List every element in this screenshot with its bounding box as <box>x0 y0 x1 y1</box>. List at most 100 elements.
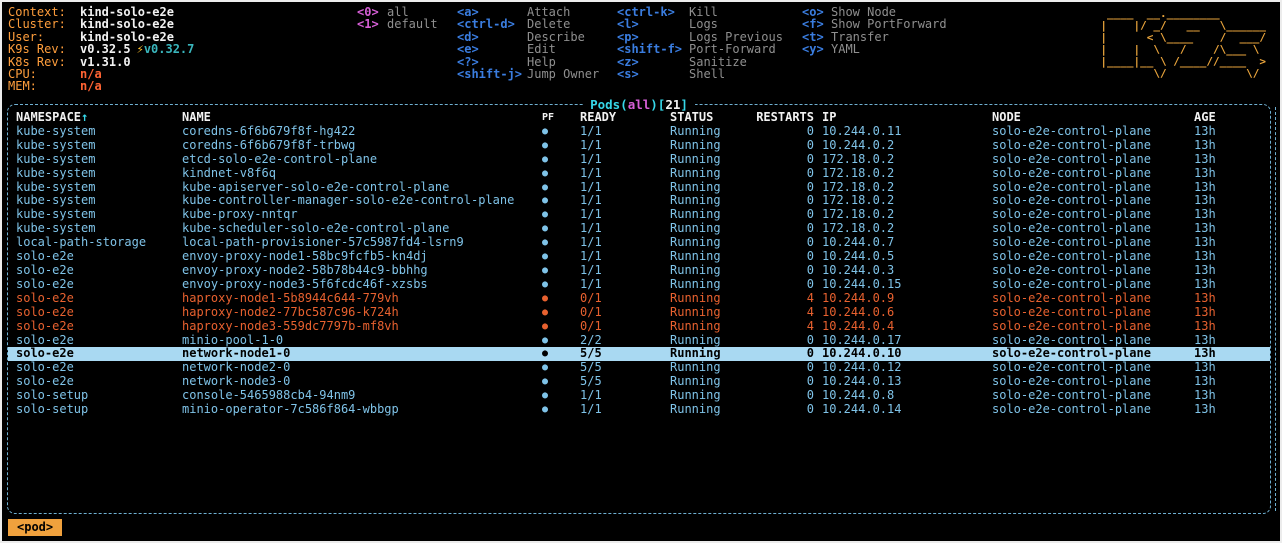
cell-status: Running <box>670 361 756 375</box>
cell-name: haproxy-node1-5b8944c644-779vh <box>182 292 542 306</box>
cell-ready: 1/1 <box>580 403 670 417</box>
table-row[interactable]: solo-e2eminio-pool-1-0●2/2Running010.244… <box>8 334 1270 348</box>
cell-name: envoy-proxy-node1-58bc9fcfb5-kn4dj <box>182 250 542 264</box>
cell-age: 13h <box>1194 181 1270 195</box>
shortcut-label: Edit <box>527 43 556 55</box>
info-label: K9s Rev: <box>8 43 80 55</box>
cell-ready: 0/1 <box>580 306 670 320</box>
cell-node: solo-e2e-control-plane <box>992 125 1194 139</box>
pf-dot-icon: ● <box>542 139 580 153</box>
cell-namespace: kube-system <box>16 139 182 153</box>
cell-ready: 5/5 <box>580 347 670 361</box>
cell-name: minio-pool-1-0 <box>182 334 542 348</box>
cell-age: 13h <box>1194 375 1270 389</box>
shortcut-key: <s> <box>617 68 689 80</box>
info-row: MEM:n/a <box>8 80 194 92</box>
table-row[interactable]: kube-systemcoredns-6f6b679f8f-trbwg●1/1R… <box>8 139 1270 153</box>
shortcut: <y>YAML <box>802 43 947 55</box>
table-row[interactable]: solo-e2eenvoy-proxy-node3-5f6fcdc46f-xzs… <box>8 278 1270 292</box>
table-row[interactable]: solo-e2ehaproxy-node1-5b8944c644-779vh●0… <box>8 292 1270 306</box>
cell-namespace: solo-e2e <box>16 320 182 334</box>
shortcuts-column-a: <a>Attach<ctrl-d>Delete<d>Describe<e>Edi… <box>457 6 599 80</box>
cell-name: coredns-6f6b679f8f-hg422 <box>182 125 542 139</box>
table-row[interactable]: kube-systemcoredns-6f6b679f8f-hg422●1/1R… <box>8 125 1270 139</box>
cell-ready: 1/1 <box>580 167 670 181</box>
pf-dot-icon: ● <box>542 194 580 208</box>
shortcut-label: Logs <box>689 18 718 30</box>
cell-name: kube-scheduler-solo-e2e-control-plane <box>182 222 542 236</box>
pf-dot-icon: ● <box>542 403 580 417</box>
cell-age: 13h <box>1194 208 1270 222</box>
pf-dot-icon: ● <box>542 334 580 348</box>
cell-name: network-node1-0 <box>182 347 542 361</box>
column-header-node: NODE <box>992 111 1194 125</box>
cell-ip: 172.18.0.2 <box>814 222 992 236</box>
cell-node: solo-e2e-control-plane <box>992 250 1194 264</box>
info-value: n/a <box>80 80 102 92</box>
shortcut: <shift-f>Port-Forward <box>617 43 783 55</box>
cell-age: 13h <box>1194 264 1270 278</box>
cell-namespace: solo-setup <box>16 389 182 403</box>
cell-ready: 0/1 <box>580 320 670 334</box>
cell-node: solo-e2e-control-plane <box>992 208 1194 222</box>
table-row[interactable]: solo-setupconsole-5465988cb4-94nm9●1/1Ru… <box>8 389 1270 403</box>
breadcrumb-pod[interactable]: <pod> <box>8 519 62 536</box>
table-row[interactable]: solo-e2enetwork-node3-0●5/5Running010.24… <box>8 375 1270 389</box>
cell-node: solo-e2e-control-plane <box>992 389 1194 403</box>
table-title-scope: all <box>628 97 651 112</box>
table-row[interactable]: local-path-storagelocal-path-provisioner… <box>8 236 1270 250</box>
cell-node: solo-e2e-control-plane <box>992 222 1194 236</box>
shortcut-key: <ctrl-d> <box>457 18 527 30</box>
cell-restarts: 0 <box>756 278 814 292</box>
cell-name: network-node2-0 <box>182 361 542 375</box>
table-row[interactable]: kube-systemkindnet-v8f6q●1/1Running0172.… <box>8 167 1270 181</box>
cell-name: kube-controller-manager-solo-e2e-control… <box>182 194 542 208</box>
cell-status: Running <box>670 292 756 306</box>
cell-restarts: 0 <box>756 208 814 222</box>
table-row[interactable]: solo-setupminio-operator-7c586f864-wbbgp… <box>8 403 1270 417</box>
table-row[interactable]: kube-systemkube-controller-manager-solo-… <box>8 194 1270 208</box>
cell-ip: 10.244.0.10 <box>814 347 992 361</box>
cell-restarts: 0 <box>756 181 814 195</box>
pf-dot-icon: ● <box>542 222 580 236</box>
table-row[interactable]: solo-e2ehaproxy-node3-559dc7797b-mf8vh●0… <box>8 320 1270 334</box>
k9s-terminal: Context:kind-solo-e2eCluster:kind-solo-e… <box>0 0 1282 543</box>
shortcut-label: Port-Forward <box>689 43 776 55</box>
pf-dot-icon: ● <box>542 181 580 195</box>
table-row[interactable]: kube-systemkube-proxy-nntqr●1/1Running01… <box>8 208 1270 222</box>
info-row: Cluster:kind-solo-e2e <box>8 18 194 30</box>
table-row[interactable]: kube-systemetcd-solo-e2e-control-plane●1… <box>8 153 1270 167</box>
cell-name: local-path-provisioner-57c5987fd4-lsrn9 <box>182 236 542 250</box>
cell-status: Running <box>670 125 756 139</box>
table-title-prefix: Pods( <box>590 97 628 112</box>
k9s-logo: ____ __.________ | |/ _/ __ \______ | < … <box>1100 8 1266 79</box>
header: Context:kind-solo-e2eCluster:kind-solo-e… <box>2 2 1280 102</box>
pf-dot-icon: ● <box>542 375 580 389</box>
shortcut-key: <l> <box>617 18 689 30</box>
table-row[interactable]: solo-e2eenvoy-proxy-node1-58bc9fcfb5-kn4… <box>8 250 1270 264</box>
cell-age: 13h <box>1194 334 1270 348</box>
cell-namespace: solo-e2e <box>16 306 182 320</box>
cell-ready: 1/1 <box>580 236 670 250</box>
cell-age: 13h <box>1194 278 1270 292</box>
shortcut-label: YAML <box>831 43 860 55</box>
table-row[interactable]: solo-e2enetwork-node2-0●5/5Running010.24… <box>8 361 1270 375</box>
cell-name: kindnet-v8f6q <box>182 167 542 181</box>
table-row[interactable]: solo-e2eenvoy-proxy-node2-58b78b44c9-bbh… <box>8 264 1270 278</box>
cell-node: solo-e2e-control-plane <box>992 361 1194 375</box>
cell-ip: 10.244.0.15 <box>814 278 992 292</box>
cell-restarts: 0 <box>756 236 814 250</box>
pf-dot-icon: ● <box>542 250 580 264</box>
table-row[interactable]: kube-systemkube-scheduler-solo-e2e-contr… <box>8 222 1270 236</box>
sort-arrow-icon: ↑ <box>81 110 88 124</box>
cell-ip: 10.244.0.12 <box>814 361 992 375</box>
pf-dot-icon: ● <box>542 264 580 278</box>
table-row[interactable]: solo-e2ehaproxy-node2-77bc587c96-k724h●0… <box>8 306 1270 320</box>
cell-status: Running <box>670 278 756 292</box>
cell-name: haproxy-node3-559dc7797b-mf8vh <box>182 320 542 334</box>
cell-node: solo-e2e-control-plane <box>992 167 1194 181</box>
table-row[interactable]: solo-e2enetwork-node1-0●5/5Running010.24… <box>8 347 1270 361</box>
shortcut: <f>Show PortForward <box>802 18 947 30</box>
cell-status: Running <box>670 194 756 208</box>
table-row[interactable]: kube-systemkube-apiserver-solo-e2e-contr… <box>8 181 1270 195</box>
